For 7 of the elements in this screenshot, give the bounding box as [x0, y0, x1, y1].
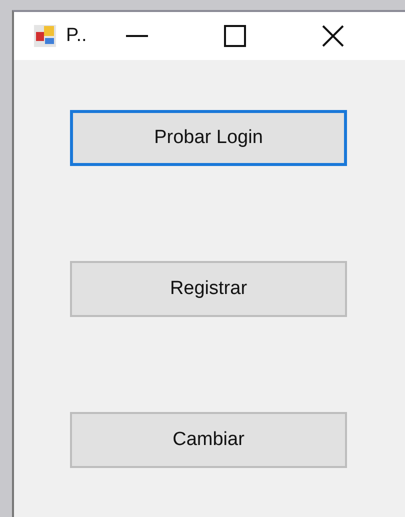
form-button[interactable]: Registrar — [70, 261, 347, 317]
window-title: P.. — [66, 25, 87, 47]
form-button[interactable]: Cambiar — [70, 412, 347, 468]
maximize-icon[interactable] — [222, 24, 247, 48]
form-button[interactable]: Probar Login — [70, 110, 347, 166]
app-icon — [34, 25, 56, 47]
close-icon[interactable] — [320, 24, 345, 48]
